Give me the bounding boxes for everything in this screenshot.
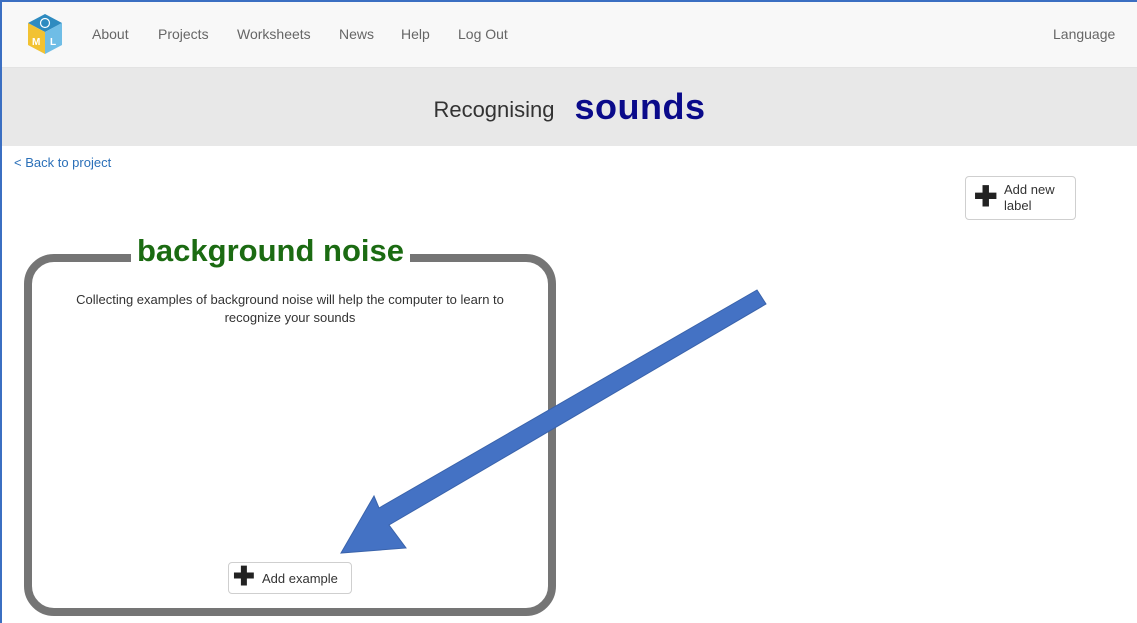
nav-news[interactable]: News (339, 26, 374, 42)
back-to-project-link[interactable]: < Back to project (14, 155, 111, 170)
nav-worksheets[interactable]: Worksheets (237, 26, 311, 42)
navbar: M L About Projects Worksheets News Help … (2, 2, 1137, 68)
add-example-button[interactable]: ✚ Add example (228, 562, 352, 594)
label-card-title[interactable]: background noise (131, 232, 410, 270)
nav-logout[interactable]: Log Out (458, 26, 508, 42)
banner-prefix: Recognising (433, 97, 555, 122)
nav-language[interactable]: Language (1053, 26, 1115, 42)
nav-help[interactable]: Help (401, 26, 430, 42)
nav-about[interactable]: About (92, 26, 129, 42)
banner-project-type: sounds (574, 86, 706, 127)
add-new-label-text: Add new label (1004, 182, 1055, 213)
add-example-text: Add example (262, 571, 338, 586)
label-card-description: Collecting examples of background noise … (76, 292, 504, 325)
plus-icon: ✚ (974, 181, 998, 212)
ml4k-logo-icon[interactable]: M L (26, 12, 64, 58)
nav-projects[interactable]: Projects (158, 26, 209, 42)
plus-icon: ✚ (233, 561, 255, 591)
svg-text:L: L (50, 37, 56, 48)
page-banner: Recognising sounds (2, 68, 1137, 146)
svg-text:M: M (32, 37, 40, 48)
add-new-label-button[interactable]: ✚ Add new label (965, 176, 1076, 220)
